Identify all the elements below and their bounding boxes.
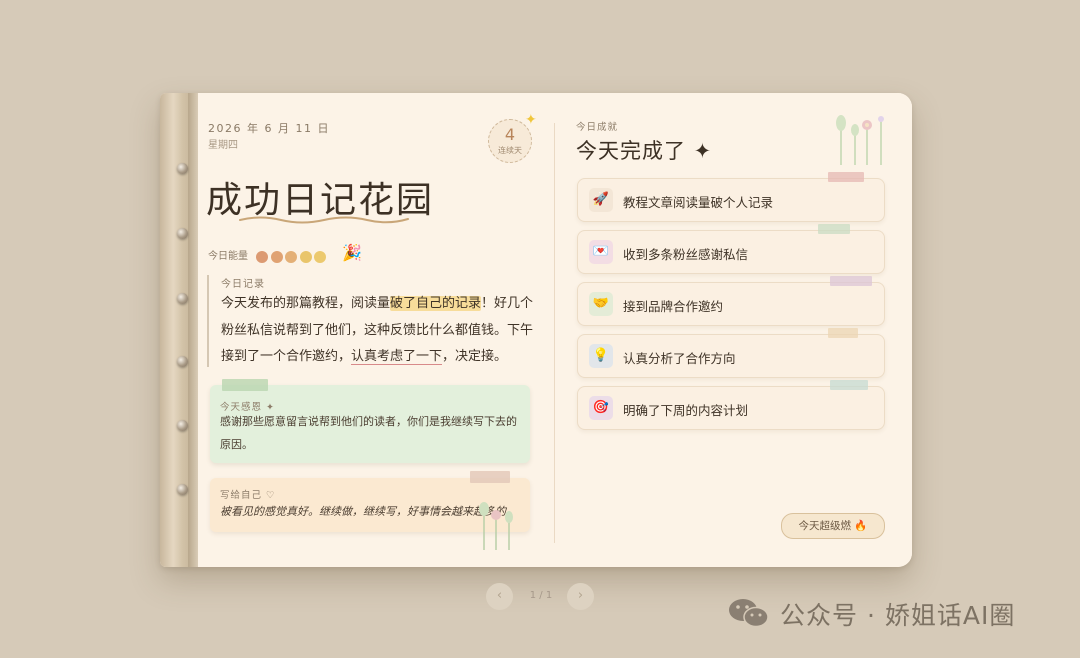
log-underline: 认真考虑了一下: [351, 349, 443, 365]
super-badge[interactable]: 今天超级燃 🔥: [781, 513, 885, 539]
energy-dot: [270, 250, 283, 263]
binder-ring: [177, 293, 188, 304]
left-page: 2026 年 6 月 11 日 星期四 4 连续天 ✦ 成功日记花园 今日能量 …: [198, 93, 554, 567]
sparkle-icon: ✦: [525, 112, 537, 128]
achievements-title: 今天完成了 ✦: [576, 139, 713, 163]
rocket-icon: 🚀: [589, 188, 613, 212]
log-text: 今天发布的那篇教程，阅读量破了自己的记录！好几个粉丝私信说帮到了他们，这种反馈比…: [221, 291, 537, 371]
achievement-item[interactable]: 🚀 教程文章阅读量破个人记录: [577, 172, 885, 222]
achievement-item[interactable]: 💌 收到多条粉丝感谢私信: [577, 224, 885, 274]
spine-edge: [188, 93, 198, 567]
journal-date: 2026 年 6 月 11 日: [208, 122, 330, 135]
achievement-label: 收到多条粉丝感谢私信: [623, 247, 749, 262]
achievement-label: 明确了下周的内容计划: [623, 403, 749, 418]
energy-dot: [285, 250, 297, 263]
title-underline: [239, 216, 409, 224]
journal-weekday: 星期四: [208, 140, 238, 151]
energy-meter: [256, 246, 329, 265]
page-indicator: 1 / 1: [529, 590, 553, 601]
daily-log: 今日记录 今天发布的那篇教程，阅读量破了自己的记录！好几个粉丝私信说帮到了他们，…: [207, 275, 539, 367]
achievement-label: 认真分析了合作方向: [623, 351, 736, 366]
log-text-part: ，决定接。: [442, 349, 508, 364]
achievement-item[interactable]: 🎯 明确了下周的内容计划: [577, 380, 885, 430]
log-label: 今日记录: [221, 279, 265, 290]
sprout-decoration: [479, 502, 513, 550]
streak-count: 4: [504, 125, 516, 144]
target-icon: 🎯: [589, 396, 613, 420]
flower-decoration: [836, 115, 884, 165]
pager: ‹ 1 / 1 ›: [486, 583, 596, 611]
washi-tape: [470, 471, 510, 483]
washi-tape: [828, 172, 864, 182]
lightbulb-icon: 💡: [589, 344, 613, 368]
journal-book: 2026 年 6 月 11 日 星期四 4 连续天 ✦ 成功日记花园 今日能量 …: [160, 93, 912, 567]
binder-ring: [177, 228, 188, 239]
energy-dot: [256, 250, 268, 263]
binder-ring: [177, 356, 188, 367]
self-note-label: 写给自己 ♡: [220, 490, 276, 501]
right-page: 今日成就 今天完成了 ✦ 🚀 教程文章阅读量破个人记录 💌 收到多条粉丝感谢私信…: [555, 93, 912, 567]
achievement-label: 教程文章阅读量破个人记录: [623, 195, 774, 210]
gratitude-card: 今天感恩 ✦ 感谢那些愿意留言说帮到他们的读者，你们是我继续写下去的原因。: [210, 379, 530, 463]
prev-page-button[interactable]: ‹: [486, 583, 513, 610]
binder-ring: [177, 163, 188, 174]
log-highlight: 破了自己的记录: [390, 296, 482, 311]
next-page-button[interactable]: ›: [567, 583, 594, 610]
washi-tape: [830, 380, 868, 390]
washi-tape: [828, 328, 858, 338]
log-text-part: 今天发布的那篇教程，阅读量: [221, 296, 391, 311]
washi-tape: [222, 379, 268, 391]
self-note-text: 被看见的感觉真好。继续做，继续写，好事情会越来越多的。: [220, 505, 517, 518]
achievement-item[interactable]: 💡 认真分析了合作方向: [577, 328, 885, 378]
energy-dot: [299, 250, 312, 263]
achievement-item[interactable]: 🤝 接到品牌合作邀约: [577, 276, 885, 326]
wechat-icon: [729, 599, 769, 628]
achievement-label: 接到品牌合作邀约: [623, 299, 724, 314]
energy-dot: [314, 250, 326, 263]
gratitude-text: 感谢那些愿意留言说帮到他们的读者，你们是我继续写下去的原因。: [220, 415, 517, 451]
handshake-icon: 🤝: [589, 292, 613, 316]
energy-label: 今日能量: [208, 251, 248, 262]
party-popper-icon: 🎉: [342, 243, 362, 262]
streak-label: 连续天: [498, 146, 522, 155]
achievements-label: 今日成就: [576, 122, 619, 133]
love-letter-icon: 💌: [589, 240, 613, 264]
washi-tape: [830, 276, 872, 286]
binder-ring: [177, 484, 188, 495]
binder-ring: [177, 420, 188, 431]
washi-tape: [818, 224, 850, 234]
streak-badge: 4 连续天 ✦: [488, 112, 537, 163]
watermark-text: 公众号 · 娇姐话AI圈: [780, 601, 1016, 630]
